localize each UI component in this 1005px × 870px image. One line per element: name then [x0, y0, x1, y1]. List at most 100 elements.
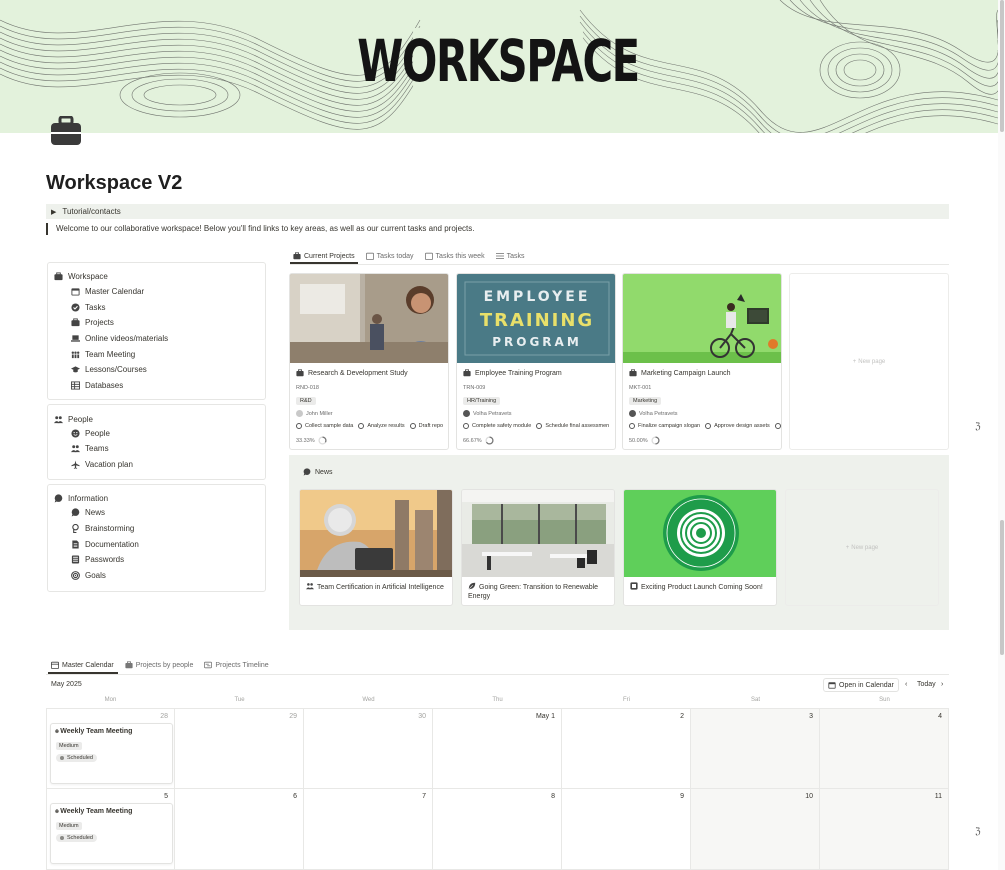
weekday-header: Sat	[750, 697, 760, 703]
nav-item-master-calendar[interactable]: Master Calendar	[71, 287, 144, 296]
brain-icon	[71, 524, 80, 533]
tutorial-toggle[interactable]: ▶ Tutorial/contacts	[46, 204, 949, 219]
project-card[interactable]: EMPLOYEE TRAINING PROGRAM Employee Train…	[456, 273, 616, 450]
scrollbar-thumb[interactable]	[1000, 0, 1004, 132]
nav-item-passwords[interactable]: Passwords	[71, 555, 124, 564]
nav-item-databases[interactable]: Databases	[71, 381, 123, 390]
project-title[interactable]: Employee Training Program	[463, 369, 562, 377]
next-month-button[interactable]: ›	[941, 681, 943, 688]
calendar-day[interactable]: 29	[175, 709, 304, 789]
briefcase-icon	[71, 318, 80, 327]
calendar-event[interactable]: ꔮ Weekly Team Meeting Medium Scheduled	[50, 723, 173, 784]
news-title[interactable]: Exciting Product Launch Coming Soon!	[630, 582, 774, 592]
briefcase-icon	[293, 252, 301, 260]
priority-badge: Medium	[56, 742, 82, 750]
nav-item-tasks[interactable]: Tasks	[71, 303, 105, 312]
calendar-day[interactable]: 9	[562, 789, 691, 870]
tab-tasks-today[interactable]: Tasks today	[365, 249, 414, 263]
people-icon	[54, 415, 63, 424]
tabs-divider	[290, 264, 949, 265]
news-card[interactable]: Team Certification in Artificial Intelli…	[299, 489, 453, 606]
formula-icon[interactable]: ℨ	[975, 826, 987, 838]
calendar-day[interactable]: 5 ꔮ Weekly Team Meeting Medium Scheduled	[46, 789, 175, 870]
calendar-day[interactable]: 8	[433, 789, 562, 870]
project-tasks: Complete safety module Schedule final as…	[463, 423, 609, 429]
nav-head-information[interactable]: Information	[54, 494, 108, 503]
news-cover-image	[462, 490, 614, 577]
nav-item-goals[interactable]: Goals	[71, 571, 106, 580]
task-status-icon	[629, 423, 635, 429]
progress-ring-icon	[651, 436, 660, 445]
calendar-day[interactable]: 3	[691, 709, 820, 789]
new-page-button[interactable]: + New page	[789, 273, 949, 450]
task-status-icon	[705, 423, 712, 429]
triangle-right-icon[interactable]: ▶	[51, 208, 56, 216]
calendar-day[interactable]: May 1	[433, 709, 562, 789]
calendar-day[interactable]: 30	[304, 709, 433, 789]
project-title[interactable]: Research & Development Study	[296, 369, 408, 377]
nav-item-teams[interactable]: Teams	[71, 444, 109, 453]
new-news-page-button[interactable]: + New page	[785, 489, 939, 606]
calendar-day[interactable]: 4	[820, 709, 949, 789]
nav-item-online-videos[interactable]: Online videos/materials	[71, 334, 168, 343]
nav-head-people[interactable]: People	[54, 415, 93, 424]
calendar-icon	[51, 661, 59, 669]
news-heading[interactable]: News	[303, 468, 333, 476]
nav-item-people[interactable]: People	[71, 429, 110, 438]
nav-head-workspace[interactable]: Workspace	[54, 272, 108, 281]
tab-tasks-this-week[interactable]: Tasks this week	[424, 249, 485, 263]
calendar-day[interactable]: 28 ꔮ Weekly Team Meeting Medium Schedule…	[46, 709, 175, 789]
news-card[interactable]: Going Green: Transition to Renewable Ene…	[461, 489, 615, 606]
scrollbar-thumb-secondary[interactable]	[1000, 520, 1004, 655]
nav-item-projects[interactable]: Projects	[71, 318, 114, 327]
project-tabs: Current Projects Tasks today Tasks this …	[293, 249, 535, 263]
chevron-right-icon: ›	[941, 681, 944, 688]
nav-item-team-meeting[interactable]: Team Meeting	[71, 350, 135, 359]
avatar	[463, 410, 470, 417]
target-icon	[71, 571, 80, 580]
formula-icon[interactable]: ℨ	[975, 421, 987, 433]
intro-quote: Welcome to our collaborative workspace! …	[46, 223, 949, 235]
project-tag: Marketing	[629, 397, 662, 405]
news-title[interactable]: Team Certification in Artificial Intelli…	[306, 582, 450, 592]
product-box-icon	[630, 582, 638, 590]
tab-tasks[interactable]: Tasks	[495, 249, 524, 263]
news-title[interactable]: Going Green: Transition to Renewable Ene…	[468, 582, 612, 601]
news-card[interactable]: Exciting Product Launch Coming Soon!	[623, 489, 777, 606]
nav-item-lessons[interactable]: Lessons/Courses	[71, 365, 147, 374]
nav-item-brainstorming[interactable]: Brainstorming	[71, 524, 134, 533]
page-title: Workspace V2	[46, 172, 183, 194]
tab-master-calendar[interactable]: Master Calendar	[51, 658, 114, 672]
training-line-1: EMPLOYEE	[484, 289, 591, 305]
weekday-header: Thu	[492, 697, 503, 703]
project-progress: 50.00%	[629, 436, 660, 445]
calendar-day[interactable]: 11	[820, 789, 949, 870]
nav-item-vacation-plan[interactable]: Vacation plan	[71, 460, 133, 469]
calendar-day[interactable]: 2	[562, 709, 691, 789]
project-tag: HR/Training	[463, 397, 501, 405]
open-in-calendar-button[interactable]: Open in Calendar	[823, 678, 899, 692]
calendar-day[interactable]: 10	[691, 789, 820, 870]
briefcase-icon	[629, 369, 637, 377]
key-icon	[71, 555, 80, 564]
calendar-day[interactable]: 6	[175, 789, 304, 870]
calendar-event[interactable]: ꔮ Weekly Team Meeting Medium Scheduled	[50, 803, 173, 864]
briefcase-icon[interactable]	[49, 116, 83, 146]
event-title: ꔮ Weekly Team Meeting	[55, 728, 133, 735]
project-card[interactable]: Research & Development Study RND-018 R&D…	[289, 273, 449, 450]
tab-projects-timeline[interactable]: Projects Timeline	[204, 658, 269, 672]
calendar-day[interactable]: 7	[304, 789, 433, 870]
today-button[interactable]: Today	[917, 681, 936, 688]
project-code: RND-018	[296, 385, 319, 391]
nav-item-news[interactable]: News	[71, 508, 105, 517]
chat-icon	[303, 468, 311, 476]
status-badge: Scheduled	[56, 834, 97, 842]
tab-current-projects[interactable]: Current Projects	[293, 249, 355, 263]
nav-item-documentation[interactable]: Documentation	[71, 540, 139, 549]
project-card[interactable]: Marketing Campaign Launch MKT-001 Market…	[622, 273, 782, 450]
prev-month-button[interactable]: ‹	[905, 681, 907, 688]
project-title[interactable]: Marketing Campaign Launch	[629, 369, 731, 377]
timeline-icon	[204, 661, 213, 669]
tab-projects-by-people[interactable]: Projects by people	[125, 658, 193, 672]
weekday-header: Sun	[879, 697, 890, 703]
